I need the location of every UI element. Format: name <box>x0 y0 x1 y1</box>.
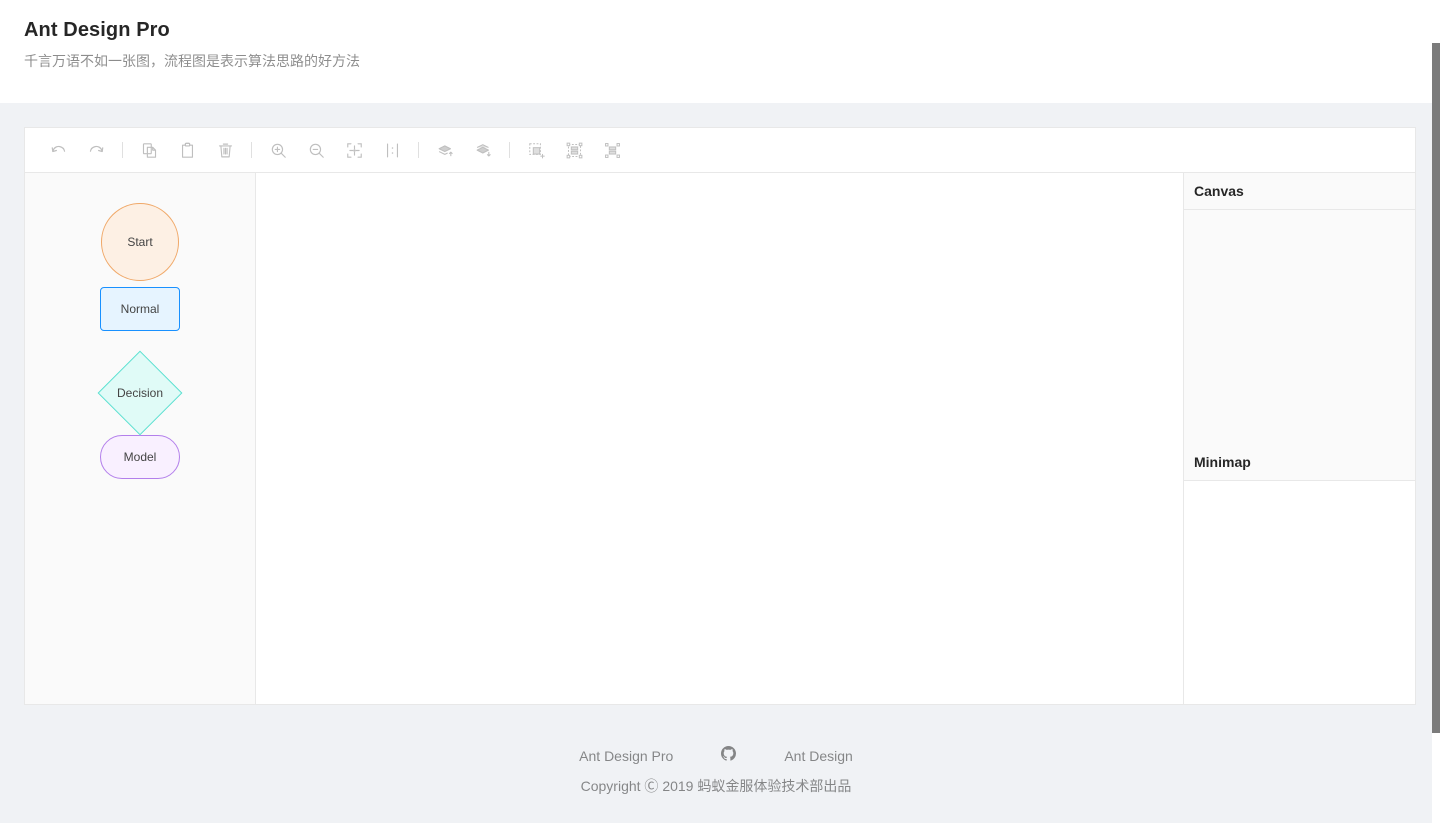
minimap-panel-title: Minimap <box>1184 444 1415 481</box>
delete-icon <box>217 142 234 159</box>
undo-icon <box>50 142 67 159</box>
footer-copyright: Copyright Ⓒ 2019 蚂蚁金服体验技术部出品 <box>580 778 852 794</box>
footer-link-ant-design[interactable]: Ant Design <box>760 745 876 767</box>
paste-icon <box>179 142 196 159</box>
normal-shape-label: Normal <box>120 302 160 316</box>
group-button[interactable] <box>517 131 555 169</box>
send-to-back-button[interactable] <box>464 131 502 169</box>
multi-select-icon <box>604 142 621 159</box>
palette-item-normal[interactable]: Normal <box>100 287 180 331</box>
redo-button[interactable] <box>77 131 115 169</box>
canvas-detail-body[interactable] <box>1184 210 1415 444</box>
decision-shape[interactable]: Decision <box>97 350 183 436</box>
bring-to-front-icon <box>437 142 454 159</box>
ungroup-button[interactable] <box>555 131 593 169</box>
minimap-body[interactable] <box>1184 481 1415 704</box>
footer-link-ant-design-pro[interactable]: Ant Design Pro <box>555 745 697 767</box>
zoom-out-button[interactable] <box>297 131 335 169</box>
minimap-section: Minimap <box>1184 444 1415 704</box>
toolbar-separator <box>418 142 419 158</box>
normal-shape[interactable]: Normal <box>100 287 180 331</box>
delete-button[interactable] <box>206 131 244 169</box>
palette-item-decision[interactable]: Decision <box>97 350 183 436</box>
toolbar-separator <box>122 142 123 158</box>
toolbar-separator <box>251 142 252 158</box>
ungroup-icon <box>566 142 583 159</box>
decision-shape-body <box>97 350 183 436</box>
copy-button[interactable] <box>130 131 168 169</box>
group-icon <box>528 142 545 159</box>
toolbar-separator <box>509 142 510 158</box>
redo-icon <box>88 142 105 159</box>
model-shape-label: Model <box>123 450 157 464</box>
paste-button[interactable] <box>168 131 206 169</box>
fit-to-screen-icon <box>346 142 363 159</box>
undo-button[interactable] <box>39 131 77 169</box>
page-description: 千言万语不如一张图，流程图是表示算法思路的好方法 <box>24 53 360 69</box>
canvas-detail-section: Canvas <box>1184 173 1415 444</box>
model-shape[interactable]: Model <box>100 435 180 479</box>
fit-to-screen-button[interactable] <box>335 131 373 169</box>
multi-select-button[interactable] <box>593 131 631 169</box>
page-scrollbar-thumb[interactable] <box>1432 43 1440 733</box>
zoom-out-icon <box>308 142 325 159</box>
actual-size-button[interactable] <box>373 131 411 169</box>
footer-link-github[interactable] <box>697 745 760 767</box>
right-panel: Canvas Minimap <box>1184 173 1415 704</box>
page-footer: Ant Design Pro Ant Design Copyright Ⓒ 20… <box>0 745 1432 797</box>
palette-item-start[interactable]: Start <box>101 203 179 281</box>
copy-icon <box>141 142 158 159</box>
bring-to-front-button[interactable] <box>426 131 464 169</box>
page-title: Ant Design Pro <box>24 19 170 41</box>
zoom-in-icon <box>270 142 287 159</box>
start-shape[interactable]: Start <box>101 203 179 281</box>
start-shape-label: Start <box>127 235 153 249</box>
shape-palette: Start Normal Decision Model <box>25 173 256 704</box>
zoom-in-button[interactable] <box>259 131 297 169</box>
flow-canvas[interactable] <box>256 173 1184 704</box>
flow-editor: Start Normal Decision Model Canvas Minim… <box>24 127 1416 705</box>
palette-item-model[interactable]: Model <box>100 435 180 479</box>
editor-body: Start Normal Decision Model Canvas Minim… <box>25 173 1415 704</box>
send-to-back-icon <box>475 142 492 159</box>
editor-toolbar <box>25 128 1415 173</box>
page-scrollbar-track[interactable] <box>1432 0 1440 823</box>
page-header: Ant Design Pro 千言万语不如一张图，流程图是表示算法思路的好方法 <box>0 0 1432 103</box>
canvas-panel-title: Canvas <box>1184 173 1415 210</box>
actual-size-icon <box>384 142 401 159</box>
footer-links: Ant Design Pro Ant Design <box>0 745 1432 767</box>
github-icon <box>721 745 737 767</box>
app-page: Ant Design Pro 千言万语不如一张图，流程图是表示算法思路的好方法 <box>0 0 1440 823</box>
